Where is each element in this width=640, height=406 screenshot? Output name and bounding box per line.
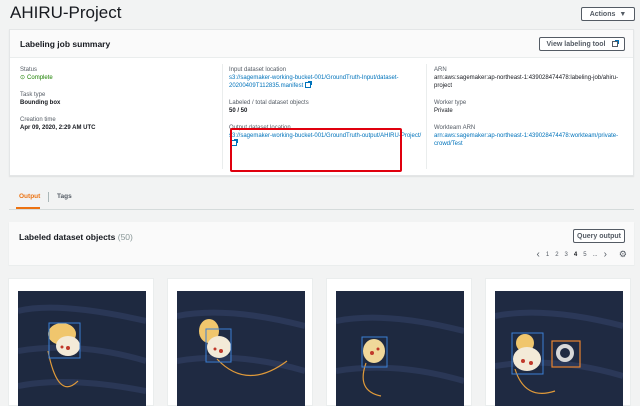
page-ellipsis: ... xyxy=(592,251,598,258)
page-title: AHIRU-Project xyxy=(10,3,122,22)
page-4[interactable]: 4 xyxy=(574,252,577,258)
worker-type-value: Private xyxy=(434,108,453,114)
status-value: ⊙ Complete xyxy=(20,74,220,82)
output-location-highlight xyxy=(230,128,402,172)
page-5[interactable]: 5 xyxy=(583,252,586,258)
status-label: Status xyxy=(20,67,38,73)
result-card[interactable] xyxy=(167,278,313,406)
result-card[interactable] xyxy=(8,278,154,406)
creation-time-value: Apr 09, 2020, 2:29 AM UTC xyxy=(20,125,96,131)
summary-column-1: Status ⊙ Complete Task type Bounding box… xyxy=(20,66,220,141)
status-text: Complete xyxy=(27,75,53,81)
workteam-arn-link[interactable]: arn:aws:sagemaker:ap-northeast-1:4390284… xyxy=(434,132,629,148)
labeled-image-4 xyxy=(495,291,623,406)
external-link-icon xyxy=(611,40,619,47)
worker-type-label: Worker type xyxy=(434,100,467,106)
tab-tags[interactable]: Tags xyxy=(57,193,72,200)
result-card[interactable] xyxy=(326,278,472,406)
active-tab-indicator xyxy=(16,207,40,209)
external-link-icon xyxy=(305,81,313,88)
tab-bar: Output Tags xyxy=(9,188,634,210)
summary-header: Labeling job summary View labeling tool xyxy=(10,30,633,58)
chevron-left-icon[interactable]: ‹ xyxy=(537,249,540,260)
labeling-job-summary-panel: Labeling job summary View labeling tool … xyxy=(9,29,634,176)
labeled-total-label: Labeled / total dataset objects xyxy=(229,100,309,106)
actions-button[interactable]: Actions ▼ xyxy=(581,7,635,21)
caret-down-icon: ▼ xyxy=(619,10,627,18)
creation-time-label: Creation time xyxy=(20,117,56,123)
page-1[interactable]: 1 xyxy=(546,252,549,258)
view-labeling-tool-label: View labeling tool xyxy=(546,40,606,48)
summary-title: Labeling job summary xyxy=(20,39,111,49)
column-divider xyxy=(222,64,223,169)
labeled-objects-title: Labeled dataset objects (50) xyxy=(19,232,133,242)
page-2[interactable]: 2 xyxy=(555,252,558,258)
labeled-image-3 xyxy=(336,291,464,406)
chevron-right-icon[interactable]: › xyxy=(604,249,607,260)
input-location-link[interactable]: s3://sagemaker-working-bucket-001/Ground… xyxy=(229,74,429,90)
arn-value: arn:aws:sagemaker:ap-northeast-1:4390284… xyxy=(434,75,619,89)
result-card[interactable] xyxy=(485,278,631,406)
page-3[interactable]: 3 xyxy=(565,252,568,258)
labeled-objects-heading: Labeled dataset objects xyxy=(19,232,116,242)
arn-label: ARN xyxy=(434,67,447,73)
check-circle-icon: ⊙ xyxy=(20,75,26,81)
tab-output[interactable]: Output xyxy=(19,193,40,200)
labeled-objects-count: (50) xyxy=(117,232,133,242)
task-type-label: Task type xyxy=(20,92,46,98)
query-output-button[interactable]: Query output xyxy=(573,229,625,243)
input-location-label: Input dataset location xyxy=(229,67,287,73)
labeled-image-1 xyxy=(18,291,146,406)
actions-button-label: Actions xyxy=(589,10,616,18)
pagination: ‹ 1 2 3 4 5 ... › ⚙ xyxy=(537,249,628,260)
tab-separator xyxy=(48,192,49,202)
workteam-arn-label: Workteam ARN xyxy=(434,125,476,131)
labeled-image-2 xyxy=(177,291,305,406)
input-location-text: s3://sagemaker-working-bucket-001/Ground… xyxy=(229,75,399,89)
view-labeling-tool-button[interactable]: View labeling tool xyxy=(539,37,625,51)
column-divider xyxy=(426,64,427,169)
task-type-value: Bounding box xyxy=(20,100,61,106)
labeled-objects-panel: Labeled dataset objects (50) Query outpu… xyxy=(9,222,634,266)
summary-column-3: ARN arn:aws:sagemaker:ap-northeast-1:439… xyxy=(434,66,629,157)
labeled-total-value: 50 / 50 xyxy=(229,108,248,114)
gear-icon[interactable]: ⚙ xyxy=(619,249,627,260)
